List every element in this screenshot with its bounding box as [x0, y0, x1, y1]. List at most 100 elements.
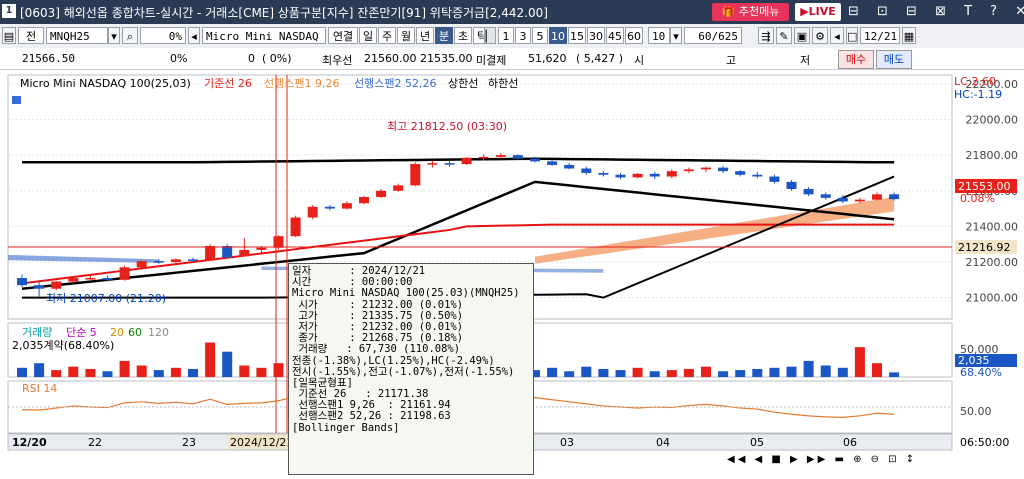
lock-icon[interactable]: ▤ [2, 27, 16, 44]
candle-body [359, 197, 369, 204]
x-tick-label: 03 [560, 436, 574, 449]
volume-bar [820, 365, 831, 377]
open-label: 시 [634, 54, 645, 67]
candle-body [34, 285, 45, 289]
buy-button[interactable]: 매수 [838, 50, 874, 69]
x-tick-label: 2024/12/21 [230, 436, 293, 449]
calendar-icon[interactable]: ▦ [902, 27, 916, 44]
volume-pct-tag: 68.40% [960, 366, 1002, 379]
open-interest-change: ( 5,427 ) [576, 52, 624, 65]
volume-ma60: 60 [128, 326, 142, 339]
interval-button[interactable]: 10 [549, 27, 567, 44]
lc-label: LC:2.60 [954, 75, 996, 88]
y-tick-label: 21800.00 [966, 149, 1019, 162]
interval-button[interactable]: 45 [606, 27, 624, 44]
volume-bar [68, 366, 79, 377]
candle-body [564, 164, 575, 169]
candle-body [307, 206, 318, 218]
chart-tools-icon[interactable]: ⇶ [758, 27, 774, 44]
symbol-input[interactable]: MNQH25 [46, 27, 108, 44]
candle-body [820, 194, 831, 198]
candle-body [803, 188, 814, 195]
period-button[interactable]: 월 [397, 27, 415, 44]
candle-body [222, 245, 233, 258]
live-button[interactable]: ▶LIVE [795, 3, 841, 21]
candle-body [17, 278, 27, 286]
volume-bar [17, 367, 27, 377]
period-button[interactable]: 분 [435, 27, 453, 44]
hc-label: HC:-1.19 [954, 88, 1002, 101]
current-price: 21566.50 [22, 52, 75, 65]
dropdown-arrow-icon[interactable]: ▾ [108, 27, 120, 44]
interval-select[interactable]: 10 [648, 27, 670, 44]
legend-span1: 선행스팬1 9,26 [264, 77, 339, 90]
y-tick-label: 21400.00 [966, 220, 1019, 233]
candle-body [376, 190, 387, 197]
high-label: 고 [726, 54, 737, 67]
rate-field[interactable]: 0% [140, 27, 186, 44]
best-bid-label: 최우선 [322, 54, 353, 67]
candle-body [495, 155, 506, 157]
save-icon[interactable]: ▣ [794, 27, 810, 44]
all-select[interactable]: 전 [18, 27, 44, 44]
interval-button[interactable]: 15 [568, 27, 586, 44]
bar-divider-icon: ▏ [484, 27, 496, 44]
chart-navigation[interactable]: ◀◀ ◀ ■ ▶ ▶▶ ▬ ⊕ ⊖ ⊡ ↕ [727, 454, 917, 465]
date-field[interactable]: 12/21 [860, 27, 900, 44]
count-field[interactable]: 60/625 [684, 27, 742, 44]
x-tick-label: 23 [182, 436, 196, 449]
spin-icon[interactable]: ◂ [188, 27, 200, 44]
volume-bar [136, 365, 147, 377]
window-controls[interactable]: ⊟ ⊡ ⊟ ⊠ T ? ✕ [848, 4, 1024, 19]
volume-bar [564, 371, 575, 377]
volume-ma20: 20 [110, 326, 124, 339]
candle-body [273, 236, 284, 248]
interval-dropdown-icon[interactable]: ▾ [670, 27, 682, 44]
period-button[interactable]: 일 [359, 27, 377, 44]
volume-bar [153, 370, 164, 377]
volume-contracts: 2,035계약(68.40%) [12, 338, 114, 352]
candle-body [290, 217, 301, 237]
candle-body [119, 267, 130, 280]
volume-bar [786, 366, 797, 377]
date-checkbox[interactable]: □ [846, 27, 858, 44]
candle-body [666, 171, 677, 177]
period-button[interactable]: 주 [378, 27, 396, 44]
volume-bar [205, 342, 216, 377]
settings-icon[interactable]: ⚙ [812, 27, 828, 44]
volume-bar [273, 363, 284, 377]
period-button[interactable]: 년 [416, 27, 434, 44]
interval-button[interactable]: 5 [532, 27, 548, 44]
candle-body [136, 261, 147, 268]
candle-body [889, 194, 900, 200]
candle-body [153, 261, 164, 263]
sell-button[interactable]: 매도 [876, 50, 912, 69]
window-number: 1 [2, 4, 16, 18]
volume-bar [666, 370, 677, 377]
data-tooltip: 일자 : 2024/12/21 시간 : 00:00:00 Micro Mini N… [288, 263, 534, 475]
candle-body [701, 167, 711, 170]
live-label: LIVE [808, 5, 836, 18]
search-icon[interactable]: ⌕ [122, 27, 138, 44]
current-pct-tag: 0.08% [960, 192, 995, 205]
candle-body [581, 168, 592, 173]
candle-body [444, 163, 455, 165]
interval-button[interactable]: 30 [587, 27, 605, 44]
candle-body [718, 167, 729, 172]
best-bid: 21560.00 [364, 52, 417, 65]
drawing-icon[interactable]: ✎ [776, 27, 792, 44]
product-name-field: Micro Mini NASDAQ 100 [202, 27, 326, 44]
period-button[interactable]: 연결 [328, 27, 358, 44]
candle-body [188, 259, 198, 261]
volume-bar [170, 367, 181, 377]
period-button[interactable]: 초 [454, 27, 472, 44]
interval-button[interactable]: 3 [515, 27, 531, 44]
interval-button[interactable]: 1 [498, 27, 514, 44]
nav-left-icon[interactable]: ◂ [830, 27, 844, 44]
interval-button[interactable]: 60 [625, 27, 643, 44]
rsi-y-tick: 50.00 [960, 405, 992, 418]
candle-body [615, 174, 626, 178]
recommend-menu-button[interactable]: 🎁 추천메뉴 [712, 3, 789, 21]
volume-bar [222, 351, 233, 377]
volume-bar [803, 360, 814, 377]
